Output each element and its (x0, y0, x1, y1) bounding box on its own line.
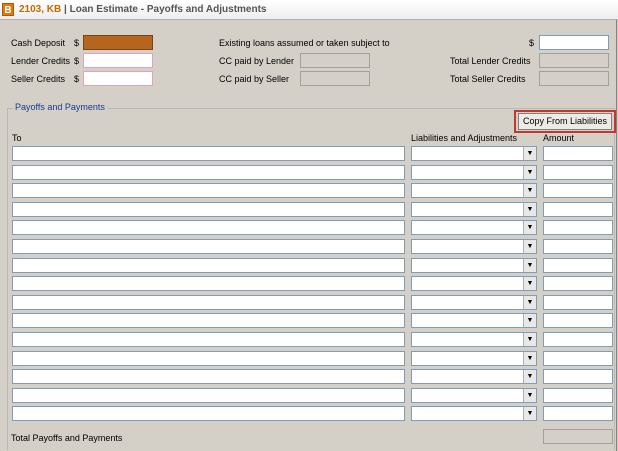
liability-select[interactable]: ▼ (411, 202, 537, 217)
liability-select[interactable]: ▼ (411, 165, 537, 180)
liability-select[interactable]: ▼ (411, 183, 537, 198)
total-payoffs-label: Total Payoffs and Payments (11, 433, 123, 443)
liability-select[interactable]: ▼ (411, 276, 537, 291)
total-seller-credits-label: Total Seller Credits (450, 74, 526, 84)
lender-credits-field[interactable] (83, 53, 153, 68)
amount-field[interactable] (543, 258, 613, 273)
chevron-down-icon[interactable]: ▼ (523, 259, 536, 272)
to-field[interactable] (12, 295, 405, 310)
amount-field[interactable] (543, 276, 613, 291)
amount-field[interactable] (543, 165, 613, 180)
total-seller-credits-field (539, 71, 609, 86)
existing-loans-currency: $ (529, 38, 535, 48)
to-field[interactable] (12, 276, 405, 291)
copy-from-liabilities-button[interactable]: Copy From Liabilities (518, 113, 612, 130)
chevron-down-icon[interactable]: ▼ (523, 203, 536, 216)
cash-deposit-field[interactable] (83, 35, 153, 50)
amount-field[interactable] (543, 202, 613, 217)
to-field[interactable] (12, 202, 405, 217)
to-field[interactable] (12, 388, 405, 403)
app-logo-icon: B (2, 3, 14, 16)
cc-paid-lender-field (300, 53, 370, 68)
amount-field[interactable] (543, 239, 613, 254)
loan-id: 2103, KB (19, 4, 62, 15)
amount-column-header: Amount (543, 133, 575, 143)
to-field[interactable] (12, 258, 405, 273)
chevron-down-icon[interactable]: ▼ (523, 166, 536, 179)
total-lender-credits-label: Total Lender Credits (450, 56, 531, 66)
to-field[interactable] (12, 332, 405, 347)
chevron-down-icon[interactable]: ▼ (523, 370, 536, 383)
seller-credits-field[interactable] (83, 71, 153, 86)
cash-deposit-label: Cash Deposit (11, 38, 66, 48)
liability-select[interactable]: ▼ (411, 295, 537, 310)
window-title: 2103, KB | Loan Estimate - Payoffs and A… (19, 4, 267, 15)
chevron-down-icon[interactable]: ▼ (523, 184, 536, 197)
total-lender-credits-field (539, 53, 609, 68)
to-field[interactable] (12, 313, 405, 328)
amount-field[interactable] (543, 295, 613, 310)
title-separator: | (61, 4, 70, 15)
seller-credits-label: Seller Credits (11, 74, 66, 84)
chevron-down-icon[interactable]: ▼ (523, 221, 536, 234)
to-column-header: To (12, 133, 22, 143)
cash-deposit-currency: $ (74, 38, 80, 48)
liability-select[interactable]: ▼ (411, 351, 537, 366)
to-field[interactable] (12, 183, 405, 198)
chevron-down-icon[interactable]: ▼ (523, 296, 536, 309)
seller-credits-currency: $ (74, 74, 80, 84)
liability-select[interactable]: ▼ (411, 313, 537, 328)
amount-field[interactable] (543, 183, 613, 198)
form-title: Loan Estimate - Payoffs and Adjustments (69, 4, 267, 15)
chevron-down-icon[interactable]: ▼ (523, 240, 536, 253)
to-field[interactable] (12, 351, 405, 366)
amount-field[interactable] (543, 313, 613, 328)
liability-select[interactable]: ▼ (411, 239, 537, 254)
liabilities-column-header: Liabilities and Adjustments (411, 133, 518, 143)
lender-credits-label: Lender Credits (11, 56, 71, 66)
liability-select[interactable]: ▼ (411, 406, 537, 421)
title-bar: B 2103, KB | Loan Estimate - Payoffs and… (0, 0, 618, 20)
liability-select[interactable]: ▼ (411, 146, 537, 161)
amount-field[interactable] (543, 351, 613, 366)
chevron-down-icon[interactable]: ▼ (523, 277, 536, 290)
chevron-down-icon[interactable]: ▼ (523, 389, 536, 402)
existing-loans-field[interactable] (539, 35, 609, 50)
to-field[interactable] (12, 406, 405, 421)
total-payoffs-field (543, 429, 613, 444)
to-field[interactable] (12, 146, 405, 161)
to-field[interactable] (12, 165, 405, 180)
cc-paid-seller-field (300, 71, 370, 86)
chevron-down-icon[interactable]: ▼ (523, 352, 536, 365)
to-field[interactable] (12, 239, 405, 254)
existing-loans-label: Existing loans assumed or taken subject … (219, 38, 390, 48)
amount-field[interactable] (543, 332, 613, 347)
to-field[interactable] (12, 369, 405, 384)
liability-select[interactable]: ▼ (411, 388, 537, 403)
amount-field[interactable] (543, 406, 613, 421)
chevron-down-icon[interactable]: ▼ (523, 333, 536, 346)
liability-select[interactable]: ▼ (411, 220, 537, 235)
cc-paid-lender-label: CC paid by Lender (219, 56, 295, 66)
liability-select[interactable]: ▼ (411, 332, 537, 347)
to-field[interactable] (12, 220, 405, 235)
liability-select[interactable]: ▼ (411, 258, 537, 273)
chevron-down-icon[interactable]: ▼ (523, 314, 536, 327)
chevron-down-icon[interactable]: ▼ (523, 407, 536, 420)
lender-credits-currency: $ (74, 56, 80, 66)
amount-field[interactable] (543, 220, 613, 235)
payoffs-group-title: Payoffs and Payments (13, 102, 107, 112)
cc-paid-seller-label: CC paid by Seller (219, 74, 290, 84)
amount-field[interactable] (543, 388, 613, 403)
amount-field[interactable] (543, 369, 613, 384)
amount-field[interactable] (543, 146, 613, 161)
liability-select[interactable]: ▼ (411, 369, 537, 384)
chevron-down-icon[interactable]: ▼ (523, 147, 536, 160)
